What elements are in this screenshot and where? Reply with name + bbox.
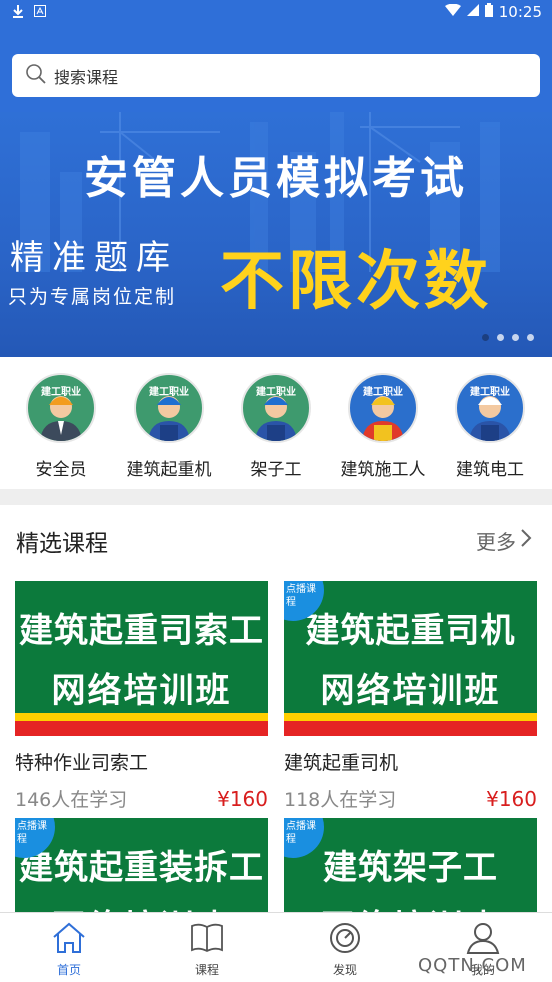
thumbnail-stripe — [284, 721, 537, 736]
course-learners: 118人在学习 — [284, 789, 397, 811]
category-safety-officer[interactable]: 建工职业 安全员 — [11, 373, 111, 480]
home-icon — [51, 922, 87, 959]
category-label: 建筑电工 — [456, 460, 524, 480]
status-time: 10:25 — [498, 3, 542, 21]
course-name: 特种作业司索工 — [15, 752, 149, 774]
chevron-right-icon — [520, 528, 532, 553]
banner-line2: 只为专属岗位定制 — [8, 286, 177, 308]
course-meta: 118人在学习 ¥160 — [284, 785, 537, 812]
worker-avatar-icon — [362, 396, 404, 441]
worker-avatar-icon — [148, 396, 190, 441]
thumbnail-line2: 网络培训班 — [51, 671, 232, 711]
category-avatar: 建工职业 — [26, 373, 96, 443]
category-row: 建工职业 安全员 建工职业 建筑起重机 建工职业 架子工 建工职业 建筑施工人 … — [0, 357, 552, 489]
watermark: QQTN.COM — [418, 955, 527, 976]
course-thumbnail: 建筑起重司机 网络培训班 点播课程 — [284, 581, 537, 736]
course-card[interactable]: 建筑起重司机 网络培训班 点播课程 建筑起重司机 118人在学习 ¥160 — [284, 581, 537, 812]
category-electrician[interactable]: 建工职业 建筑电工 — [440, 373, 540, 480]
vod-badge-text: 点播课程 — [286, 821, 316, 845]
banner-line1: 精准题库 — [10, 238, 178, 278]
category-label: 架子工 — [250, 460, 302, 480]
thumbnail-stripe — [15, 713, 268, 721]
thumbnail-stripe — [284, 713, 537, 721]
carousel-dot[interactable] — [482, 334, 489, 341]
course-learners: 146人在学习 — [15, 789, 128, 811]
category-label: 安全员 — [35, 460, 87, 480]
course-card[interactable]: 建筑起重司索工 网络培训班 特种作业司索工 146人在学习 ¥160 — [15, 581, 268, 812]
course-price: ¥160 — [217, 786, 268, 811]
worker-avatar-icon — [469, 396, 511, 441]
course-price: ¥160 — [486, 786, 537, 811]
worker-avatar-icon — [40, 396, 82, 441]
header: 10:25 搜索课程 — [0, 0, 552, 112]
download-icon — [12, 4, 24, 22]
search-icon — [26, 63, 46, 88]
nav-courses[interactable]: 课程 — [167, 921, 247, 978]
vod-badge-text: 点播课程 — [17, 821, 47, 845]
battery-icon — [484, 3, 493, 21]
carousel-indicators — [482, 334, 534, 341]
search-input[interactable]: 搜索课程 — [12, 54, 540, 97]
category-avatar: 建工职业 — [241, 373, 311, 443]
thumbnail-line1: 建筑架子工 — [323, 848, 498, 888]
search-placeholder: 搜索课程 — [54, 67, 119, 87]
compass-icon — [327, 923, 363, 959]
nav-home[interactable]: 首页 — [29, 921, 109, 978]
banner-highlight: 不限次数 — [220, 245, 492, 319]
wifi-icon — [444, 3, 461, 20]
banner-title: 安管人员模拟考试 — [84, 153, 468, 204]
course-name: 建筑起重司机 — [284, 752, 399, 774]
thumbnail-line2: 网络培训班 — [320, 671, 501, 711]
signal-icon — [466, 4, 479, 20]
nav-label: 课程 — [194, 963, 219, 977]
app-notification-icon — [34, 5, 46, 21]
thumbnail-line1: 建筑起重装拆工 — [19, 848, 264, 888]
carousel-dot[interactable] — [512, 334, 519, 341]
category-avatar: 建工职业 — [348, 373, 418, 443]
category-avatar: 建工职业 — [455, 373, 525, 443]
category-avatar: 建工职业 — [134, 373, 204, 443]
course-meta: 146人在学习 ¥160 — [15, 785, 268, 812]
nav-label: 发现 — [332, 963, 357, 977]
thumbnail-line1: 建筑起重司索工 — [19, 611, 264, 651]
carousel-dot[interactable] — [527, 334, 534, 341]
vod-badge-text: 点播课程 — [286, 584, 316, 608]
book-icon — [189, 923, 225, 959]
thumbnail-line1: 建筑起重司机 — [305, 611, 516, 651]
status-bar: 10:25 — [0, 0, 552, 26]
thumbnail-stripe — [15, 721, 268, 736]
more-label: 更多 — [476, 530, 516, 554]
carousel-dot[interactable] — [497, 334, 504, 341]
section-title: 精选课程 — [16, 531, 108, 557]
nav-label: 首页 — [56, 963, 81, 977]
course-thumbnail: 建筑起重司索工 网络培训班 — [15, 581, 268, 736]
worker-avatar-icon — [255, 396, 297, 441]
category-label: 建筑起重机 — [126, 460, 212, 480]
category-construction-worker[interactable]: 建工职业 建筑施工人 — [333, 373, 433, 480]
more-link[interactable]: 更多 — [476, 526, 532, 555]
category-crane[interactable]: 建工职业 建筑起重机 — [119, 373, 219, 480]
section-divider — [0, 489, 552, 505]
category-label: 建筑施工人 — [340, 460, 426, 480]
promo-banner[interactable]: 安管人员模拟考试 精准题库 只为专属岗位定制 不限次数 — [0, 112, 552, 357]
category-scaffolder[interactable]: 建工职业 架子工 — [226, 373, 326, 480]
nav-discover[interactable]: 发现 — [305, 921, 385, 978]
